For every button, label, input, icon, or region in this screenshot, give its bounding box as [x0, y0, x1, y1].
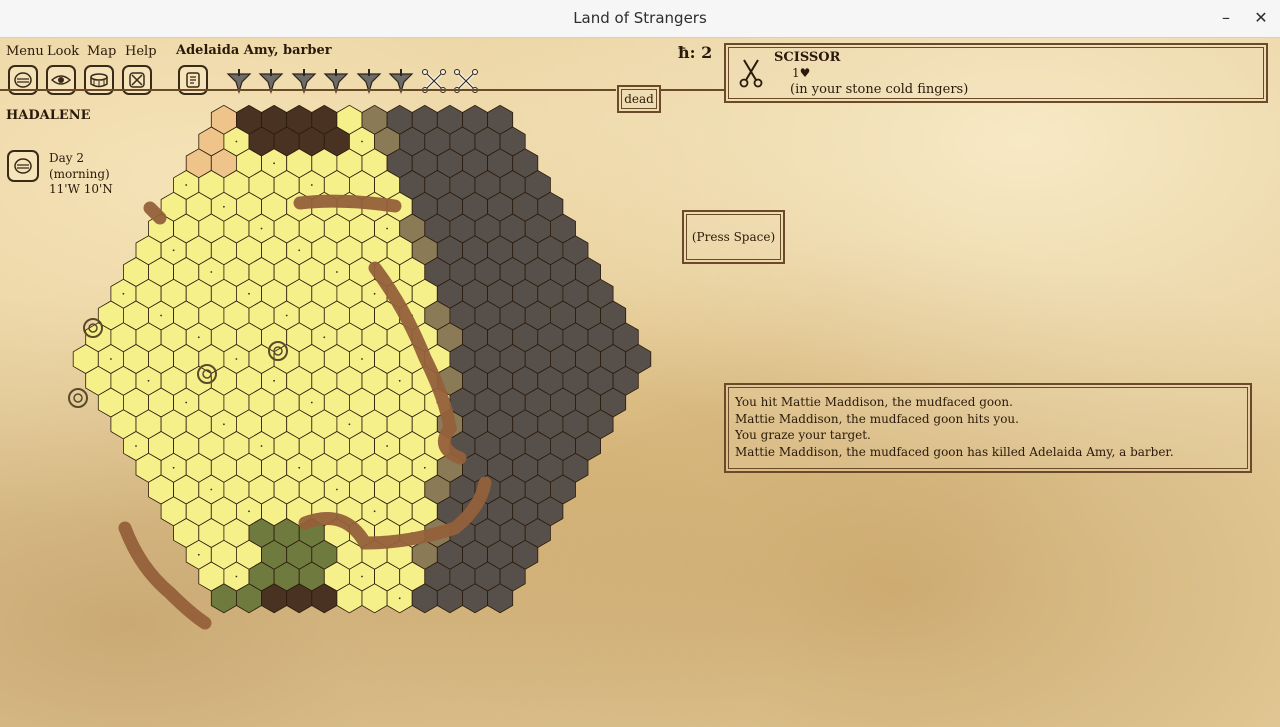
sand-speck — [260, 445, 263, 447]
sand-speck — [273, 162, 275, 165]
sand-speck — [248, 292, 250, 295]
sand-speck — [185, 184, 188, 186]
sand-speck — [361, 358, 363, 360]
window-titlebar: Land of Strangers – ✕ — [0, 0, 1280, 38]
sand-speck — [147, 379, 150, 382]
sand-speck — [273, 379, 275, 382]
game-area: Menu Look Map Help Adelaida Amy, barber — [0, 38, 1280, 727]
minimize-button[interactable]: – — [1214, 6, 1238, 30]
sand-speck — [235, 140, 238, 143]
sand-speck — [398, 379, 401, 382]
sand-speck — [172, 466, 175, 469]
sand-speck — [223, 423, 225, 426]
sand-speck — [285, 314, 288, 317]
sand-speck — [110, 358, 112, 360]
spiral-marker[interactable] — [68, 388, 88, 408]
road-path — [143, 201, 167, 225]
sand-speck — [160, 314, 163, 317]
sand-speck — [248, 510, 250, 513]
window-title: Land of Strangers — [573, 9, 707, 27]
road-path — [293, 194, 402, 213]
sand-speck — [336, 271, 338, 273]
spiral-marker-core — [73, 393, 83, 403]
sand-speck — [373, 292, 376, 295]
sand-speck — [361, 140, 363, 143]
sand-speck — [122, 292, 125, 295]
sand-speck — [398, 597, 401, 600]
sand-speck — [423, 466, 426, 469]
sand-speck — [223, 205, 225, 208]
sand-speck — [310, 184, 313, 186]
sand-speck — [197, 553, 200, 556]
sand-speck — [386, 227, 388, 230]
sand-speck — [135, 445, 137, 447]
sand-speck — [336, 488, 338, 491]
sand-speck — [310, 401, 313, 404]
sand-speck — [197, 336, 200, 339]
hex-map[interactable] — [0, 38, 1280, 727]
sand-speck — [373, 510, 376, 513]
sand-speck — [210, 271, 213, 273]
sand-speck — [235, 575, 238, 578]
sand-speck — [235, 358, 238, 360]
sand-speck — [210, 488, 213, 491]
sand-speck — [172, 249, 175, 252]
close-button[interactable]: ✕ — [1249, 6, 1273, 30]
sand-speck — [348, 423, 351, 426]
sand-speck — [260, 227, 263, 230]
sand-speck — [386, 445, 388, 447]
sand-speck — [185, 401, 188, 404]
sand-speck — [298, 466, 301, 469]
sand-speck — [323, 336, 326, 339]
sand-speck — [298, 249, 301, 252]
sand-speck — [361, 575, 363, 578]
